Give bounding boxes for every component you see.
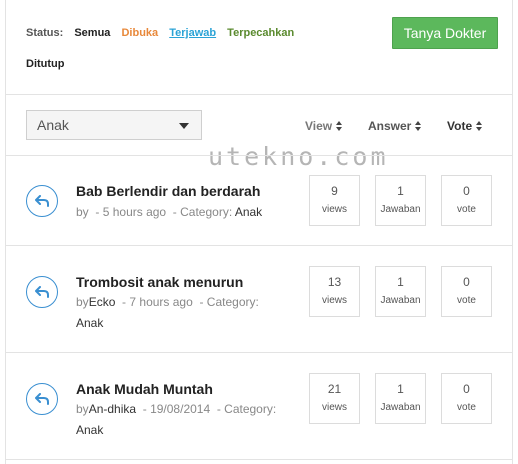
category-label: Category:	[224, 402, 277, 416]
question-title[interactable]: Bab Berlendir dan berdarah	[76, 183, 260, 199]
votes-count: 0	[463, 184, 470, 198]
views-count: 13	[327, 275, 342, 289]
category-select[interactable]: Anak	[26, 110, 202, 140]
reply-icon[interactable]	[26, 185, 58, 217]
sort-vote-label: Vote	[447, 119, 473, 133]
question-title[interactable]: Trombosit anak menurun	[76, 274, 243, 290]
meta-separator: -	[216, 402, 221, 416]
views-label: views	[321, 402, 347, 413]
answers-box: 1 Jawaban	[375, 266, 426, 317]
questions-panel: Status: Semua Dibuka Terjawab Terpecahka…	[5, 0, 513, 464]
answers-count: 1	[397, 184, 404, 198]
votes-box: 0 vote	[441, 266, 492, 317]
meta-separator: -	[172, 205, 177, 219]
question-time: 7 hours ago	[129, 295, 193, 309]
meta-separator: -	[122, 295, 127, 309]
answers-label: Jawaban	[380, 204, 421, 215]
answers-box: 1 Jawaban	[375, 373, 426, 424]
answers-label: Jawaban	[380, 295, 421, 306]
votes-label: vote	[457, 204, 476, 215]
question-row: Anak Mudah Muntah byAn-dhika - 19/08/201…	[6, 353, 512, 449]
answers-box: 1 Jawaban	[375, 175, 426, 226]
question-meta: byEcko - 7 hours ago - Category: Anak	[76, 292, 286, 334]
category-select-value: Anak	[37, 117, 69, 133]
category-label: Category:	[206, 295, 259, 309]
filter-closed[interactable]: Ditutup	[26, 58, 64, 70]
filter-all[interactable]: Semua	[74, 27, 110, 39]
votes-label: vote	[457, 402, 476, 413]
divider	[6, 94, 512, 95]
caret-down-icon	[179, 123, 189, 129]
meta-separator: -	[199, 295, 204, 309]
votes-box: 0 vote	[441, 175, 492, 226]
views-label: views	[321, 295, 347, 306]
ask-doctor-button[interactable]: Tanya Dokter	[392, 17, 498, 49]
meta-by: by	[76, 402, 89, 416]
question-meta: by - 5 hours ago - Category: Anak	[76, 202, 286, 223]
sort-answer-label: Answer	[368, 119, 412, 133]
views-count: 9	[331, 184, 338, 198]
status-label: Status:	[26, 27, 64, 39]
answers-count: 1	[397, 382, 404, 396]
votes-count: 0	[463, 275, 470, 289]
sort-vote[interactable]: Vote	[447, 119, 484, 133]
question-time: 19/08/2014	[150, 402, 211, 416]
sort-view[interactable]: View	[305, 119, 344, 133]
question-meta: byAn-dhika - 19/08/2014 - Category: Anak	[76, 399, 286, 441]
question-category[interactable]: Anak	[76, 316, 103, 330]
answers-count: 1	[397, 275, 404, 289]
views-box: 21 views	[309, 373, 360, 424]
views-box: 13 views	[309, 266, 360, 317]
question-author[interactable]: Ecko	[89, 295, 116, 309]
reply-icon[interactable]	[26, 383, 58, 415]
sort-arrows-icon	[476, 121, 484, 131]
sort-arrows-icon	[336, 121, 344, 131]
question-author[interactable]: An-dhika	[89, 402, 136, 416]
filter-answered[interactable]: Terjawab	[169, 27, 216, 39]
votes-label: vote	[457, 295, 476, 306]
filter-open[interactable]: Dibuka	[121, 27, 158, 39]
divider	[6, 459, 512, 460]
filter-solved[interactable]: Terpecahkan	[227, 27, 294, 39]
question-time: 5 hours ago	[102, 205, 167, 219]
meta-separator: -	[142, 402, 147, 416]
sort-answer[interactable]: Answer	[368, 119, 423, 133]
question-category[interactable]: Anak	[76, 423, 103, 437]
answers-label: Jawaban	[380, 402, 421, 413]
question-row: Bab Berlendir dan berdarah by - 5 hours …	[6, 156, 512, 252]
category-label: Category:	[180, 205, 233, 219]
meta-by: by	[76, 295, 89, 309]
views-box: 9 views	[309, 175, 360, 226]
reply-icon[interactable]	[26, 276, 58, 308]
meta-separator: -	[95, 205, 100, 219]
question-title[interactable]: Anak Mudah Muntah	[76, 381, 213, 397]
votes-box: 0 vote	[441, 373, 492, 424]
status-filter-bar: Status: Semua Dibuka Terjawab Terpecahka…	[26, 27, 302, 39]
views-label: views	[321, 204, 347, 215]
question-category[interactable]: Anak	[235, 205, 262, 219]
votes-count: 0	[463, 382, 470, 396]
meta-by: by	[76, 205, 89, 219]
sort-arrows-icon	[415, 121, 423, 131]
sort-view-label: View	[305, 119, 333, 133]
views-count: 21	[327, 382, 342, 396]
question-row: Trombosit anak menurun byEcko - 7 hours …	[6, 246, 512, 342]
